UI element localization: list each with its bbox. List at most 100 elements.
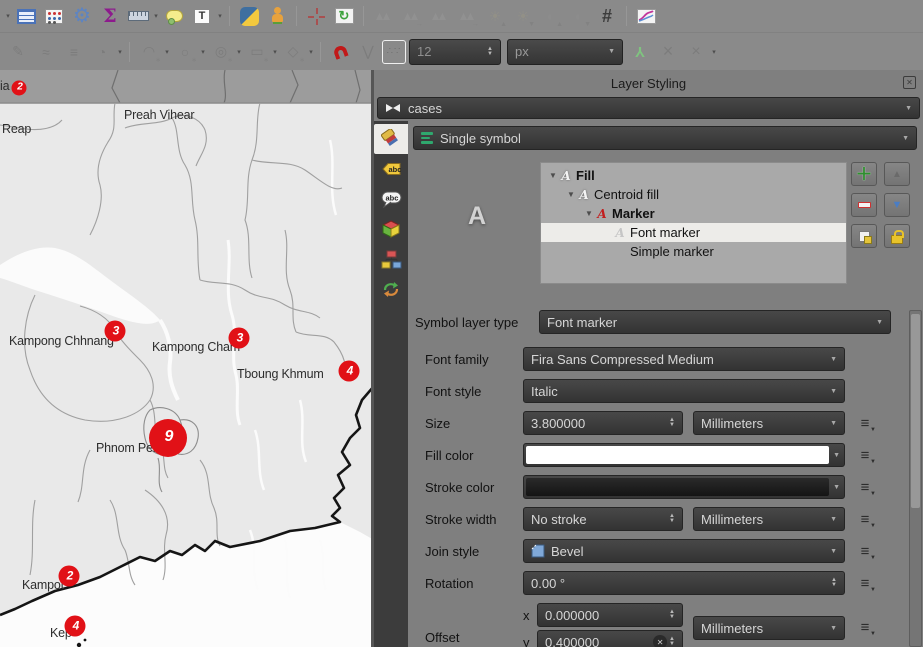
stepper-arrows-icon[interactable]: ▲▼ [669, 514, 675, 524]
offset-x-stepper[interactable]: 0.000000 ▲▼ [537, 603, 683, 627]
layer-selector[interactable]: cases ▼ [377, 97, 920, 119]
size-stepper[interactable]: 3.800000 ▲▼ [523, 411, 683, 435]
remove-symbol-layer-button[interactable] [851, 193, 877, 217]
statistical-summary-button[interactable]: Σ [97, 3, 123, 29]
stretch-local-updated-button[interactable]: ▲▲ [426, 3, 452, 29]
rectangle-button[interactable]: ▭∗ [244, 39, 270, 65]
contrast-decrease-button[interactable]: ◐▼ [566, 3, 592, 29]
renderer-select[interactable]: Single symbol ▼ [413, 126, 917, 150]
tree-row-font-marker[interactable]: A Font marker [541, 223, 846, 242]
close-icon[interactable]: ✕ [903, 76, 916, 89]
point-size-stepper[interactable]: 12 ▲▼ [409, 39, 501, 65]
stroke-width-unit-select[interactable]: Millimeters ▼ [693, 507, 845, 531]
stepper-arrows-icon[interactable]: ▲▼ [669, 418, 675, 428]
curve-edit-button[interactable]: ≈ [33, 39, 59, 65]
delete-vertex-button[interactable]: × [655, 39, 681, 65]
measure-chevron-icon[interactable]: ▾ [152, 12, 160, 20]
expander-icon[interactable]: ▼ [583, 209, 595, 218]
tree-row-simple-marker[interactable]: Simple marker [541, 242, 846, 261]
stepper-arrows-icon[interactable]: ▲▼ [487, 47, 493, 57]
tracing-button[interactable]: ◔ [89, 39, 115, 65]
font-family-select[interactable]: Fira Sans Compressed Medium ▼ [523, 347, 845, 371]
data-defined-override-button[interactable]: ≡▼ [854, 508, 876, 530]
refresh-table-button[interactable]: ↻ [331, 3, 357, 29]
tab-callouts[interactable]: abc [374, 184, 408, 214]
data-defined-override-button[interactable]: ≡▼ [854, 616, 876, 638]
data-defined-override-button[interactable]: ≡▼ [854, 572, 876, 594]
brightness-increase-button[interactable]: ☀▲ [482, 3, 508, 29]
stepper-arrows-icon[interactable]: ▲▼ [669, 610, 675, 620]
tab-history[interactable] [374, 274, 408, 304]
tab-labels[interactable]: abc [374, 154, 408, 184]
temporal-chart-button[interactable] [633, 3, 659, 29]
scrollbar-thumb[interactable] [911, 314, 920, 508]
tracing-chevron-icon[interactable]: ▾ [116, 48, 124, 56]
brightness-decrease-button[interactable]: ☀▼ [510, 3, 536, 29]
ellipse-button[interactable]: ◎∗ [208, 39, 234, 65]
stroke-color-button[interactable]: ▼ [523, 475, 845, 499]
symbol-layer-type-select[interactable]: Font marker ▼ [539, 310, 891, 334]
circular-string-button[interactable]: ◠∗ [136, 39, 162, 65]
stream-digitizing-button[interactable]: ⋁ [355, 39, 381, 65]
contrast-increase-button[interactable]: ◐▲ [538, 3, 564, 29]
measure-button[interactable] [125, 3, 151, 29]
stretch-full-button[interactable]: ▲▲→ [398, 3, 424, 29]
chevron-icon[interactable]: ▾ [271, 48, 279, 56]
annotation-chevron-icon[interactable]: ▾ [216, 12, 224, 20]
field-calculator-button[interactable] [41, 3, 67, 29]
python-console-button[interactable] [236, 3, 262, 29]
lock-color-button[interactable] [884, 224, 910, 248]
chevron-icon[interactable]: ▾ [307, 48, 315, 56]
map-canvas[interactable]: ia Reap Preah Vihear Kampong Chhnang Kam… [0, 70, 374, 647]
text-annotation-button[interactable]: T [189, 3, 215, 29]
stepper-arrows-icon[interactable]: ▲▼ [831, 578, 837, 588]
move-down-button[interactable]: ▼ [884, 193, 910, 217]
offset-y-stepper[interactable]: 0.400000 ✕ ▲▼ [537, 630, 683, 647]
tab-diagrams[interactable] [374, 244, 408, 274]
current-edits-button[interactable]: ∴∵ [382, 40, 406, 64]
chevron-icon[interactable]: ▾ [235, 48, 243, 56]
clear-value-icon[interactable]: ✕ [653, 635, 667, 647]
expander-icon[interactable]: ▼ [565, 190, 577, 199]
join-style-select[interactable]: Bevel ▼ [523, 539, 845, 563]
edit-pencil-button[interactable]: ✎ [5, 39, 31, 65]
tab-3d-view[interactable] [374, 214, 408, 244]
data-defined-override-button[interactable]: ≡▼ [854, 412, 876, 434]
add-symbol-layer-button[interactable]: ＋ [851, 162, 877, 186]
offset-unit-select[interactable]: Millimeters ▼ [693, 616, 845, 640]
chevron-icon[interactable]: ▾ [163, 48, 171, 56]
stretch-local-button[interactable]: ▲▲ [370, 3, 396, 29]
stroke-width-stepper[interactable]: No stroke ▲▼ [523, 507, 683, 531]
duplicate-symbol-layer-button[interactable] [851, 224, 877, 248]
topology-button[interactable]: Y [627, 39, 653, 65]
chevron-icon[interactable]: ▾ [199, 48, 207, 56]
grid-button[interactable]: # [594, 3, 620, 29]
attribute-table-button[interactable] [13, 3, 39, 29]
panel-scrollbar[interactable] [909, 310, 922, 647]
regular-polygon-button[interactable]: ◇∗ [280, 39, 306, 65]
font-style-select[interactable]: Italic ▼ [523, 379, 845, 403]
data-defined-override-button[interactable]: ≡▼ [854, 540, 876, 562]
map-tips-button[interactable] [161, 3, 187, 29]
unit-select[interactable]: px ▼ [507, 39, 623, 65]
move-up-button[interactable]: ▲ [884, 162, 910, 186]
disabled-tool-button[interactable]: × [683, 39, 709, 65]
fill-color-button[interactable]: ▼ [523, 443, 845, 467]
chevron-icon[interactable]: ▾ [710, 48, 718, 56]
snapping-button[interactable] [327, 39, 353, 65]
data-defined-override-button[interactable]: ≡▼ [854, 444, 876, 466]
expander-icon[interactable]: ▼ [547, 171, 559, 180]
circle-button[interactable]: ○∗ [172, 39, 198, 65]
stepper-arrows-icon[interactable]: ▲▼ [669, 637, 675, 647]
center-map-button[interactable] [303, 3, 329, 29]
locator-button[interactable] [264, 3, 290, 29]
toolbar-extension-chevron-icon[interactable]: ▾ [4, 12, 12, 20]
tree-row-centroid-fill[interactable]: ▼ A Centroid fill [541, 185, 846, 204]
tree-row-marker[interactable]: ▼ A Marker [541, 204, 846, 223]
rotation-stepper[interactable]: 0.00 ° ▲▼ [523, 571, 845, 595]
tree-row-fill[interactable]: ▼ A Fill [541, 166, 846, 185]
size-unit-select[interactable]: Millimeters ▼ [693, 411, 845, 435]
processing-toolbox-button[interactable]: ⚙ [69, 3, 95, 29]
tab-symbology[interactable] [374, 124, 408, 154]
stretch-full-updated-button[interactable]: ▲▲→ [454, 3, 480, 29]
